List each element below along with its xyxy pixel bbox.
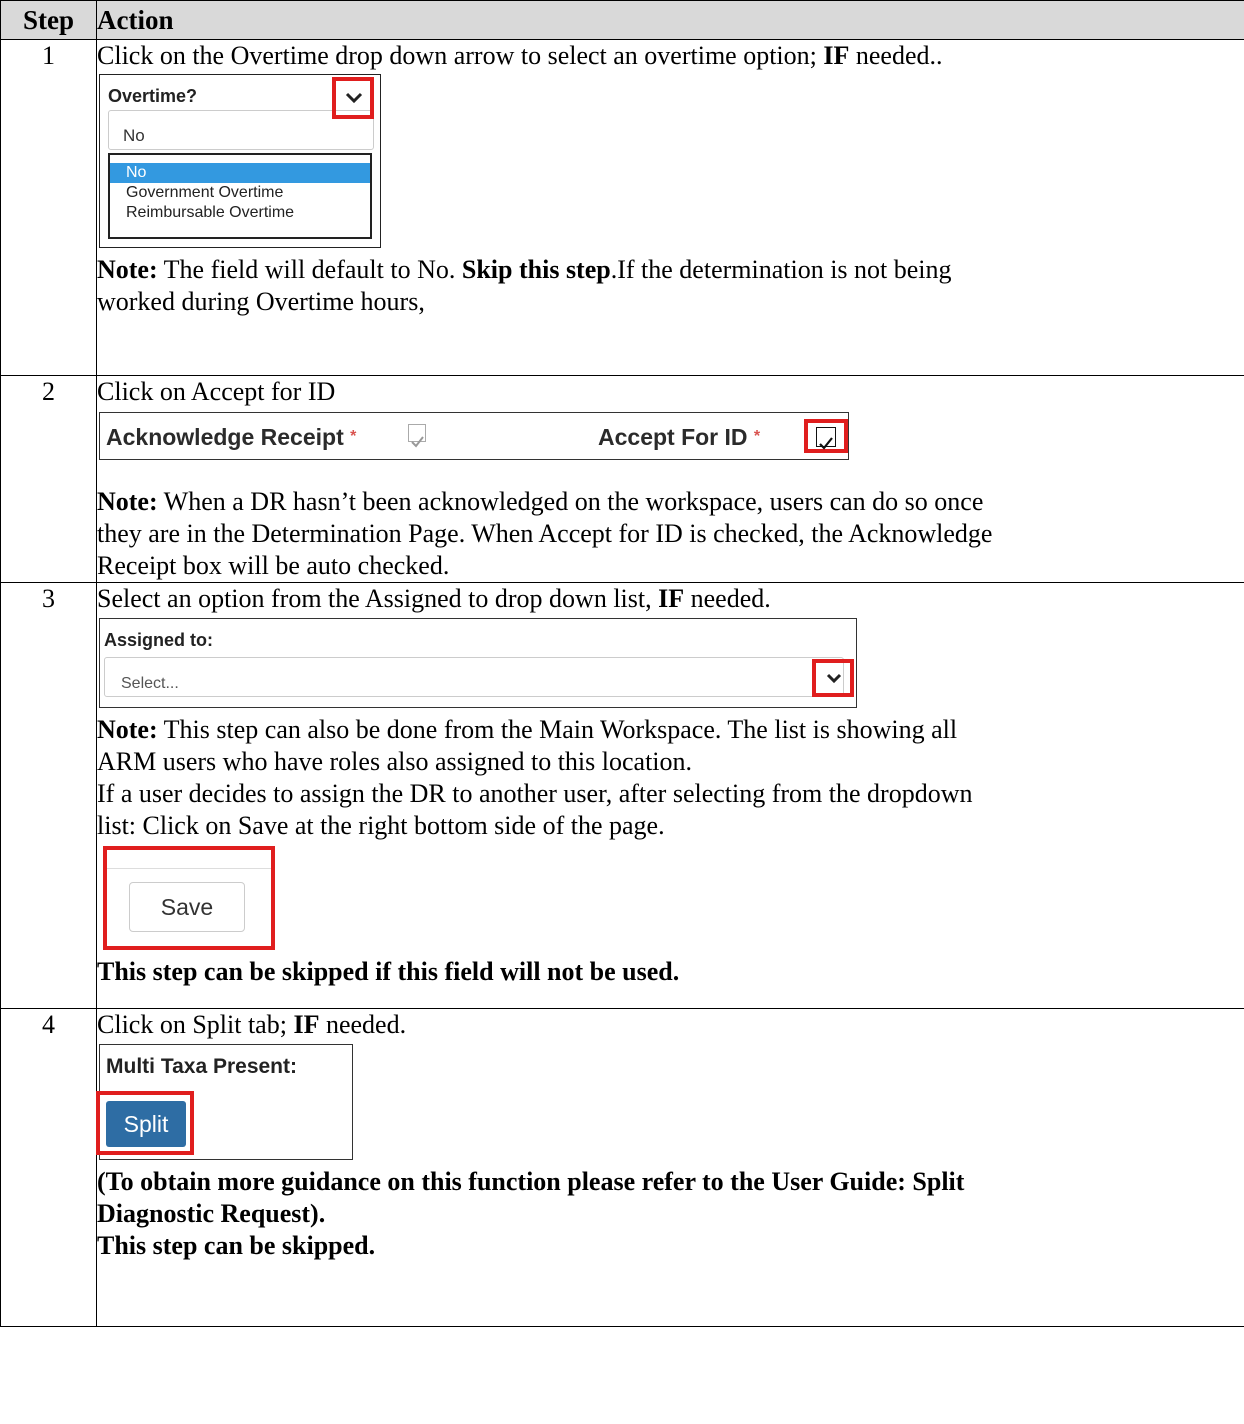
save-widget: Save (97, 846, 277, 950)
step-number: 4 (0, 1008, 97, 1327)
overtime-dropdown-arrow-highlight[interactable] (332, 77, 374, 119)
step-intro: Click on Accept for ID (97, 377, 336, 406)
assigned-to-label: Assigned to: (104, 630, 214, 650)
note-text: This step can also be done from the Main… (157, 715, 958, 744)
checkmark-icon (819, 437, 833, 450)
overtime-value: No (123, 126, 145, 145)
overtime-option[interactable]: No (110, 163, 370, 183)
overtime-label: Overtime? (108, 86, 198, 106)
note-line: ARM users who have roles also assigned t… (97, 747, 693, 776)
required-star: * (753, 428, 761, 445)
bold-text: Diagnostic Request). (97, 1199, 326, 1228)
step-number: 2 (0, 375, 97, 583)
acknowledge-receipt-label: Acknowledge Receipt * (106, 421, 356, 453)
step-number: 1 (0, 39, 97, 376)
step-note: Note: This step can also be done from th… (97, 714, 1244, 746)
assigned-to-select[interactable]: Select... (104, 657, 844, 697)
assigned-to-placeholder: Select... (121, 675, 179, 692)
acknowledge-widget: Acknowledge Receipt * Accept For ID * (99, 412, 849, 460)
step-row-3: 3 Select an option from the Assigned to … (0, 582, 1244, 1009)
accept-for-id-checkbox[interactable] (816, 427, 836, 450)
note-line: If a user decides to assign the DR to an… (97, 779, 973, 808)
ack-text: Acknowledge Receipt (106, 424, 344, 450)
note-line: worked during Overtime hours, (97, 287, 425, 316)
note-line: they are in the Determination Page. When… (97, 519, 993, 548)
bold-text: This step can be skipped. (97, 1231, 376, 1260)
acknowledge-receipt-checkbox[interactable] (408, 424, 426, 448)
checkmark-icon (411, 436, 424, 448)
note-label: Note: (97, 487, 158, 516)
note-line: list: Click on Save at the right bottom … (97, 811, 665, 840)
step-note: Note: The field will default to No. Skip… (97, 254, 1244, 286)
overtime-options-list: No Government Overtime Reimbursable Over… (108, 153, 372, 239)
note-text: .If the determination is not being (610, 255, 952, 284)
bold-line: (To obtain more guidance on this functio… (97, 1166, 1244, 1198)
required-star: * (350, 428, 357, 445)
intro-bold: IF (658, 584, 685, 613)
split-label: Split (123, 1111, 169, 1137)
assigned-to-widget: Assigned to: Select... (99, 618, 857, 708)
note-bold: Skip this step (461, 255, 611, 284)
assigned-to-dropdown-arrow-highlight[interactable] (812, 659, 854, 697)
bold-line: Diagnostic Request). (97, 1198, 1244, 1230)
intro-text: Click on the Overtime drop down arrow to… (97, 41, 824, 70)
chevron-down-icon (826, 673, 842, 684)
accept-text: Accept For ID (598, 424, 748, 450)
accept-for-id-highlight[interactable] (804, 419, 848, 453)
step-action: Click on Split tab; IF needed. Multi Tax… (96, 1008, 1244, 1327)
overtime-option[interactable]: Government Overtime (110, 183, 370, 203)
note-text: The field will default to No. (157, 255, 462, 284)
intro-bold: IF (823, 41, 850, 70)
overtime-widget: Overtime? No No Government Overtime Reim… (99, 74, 381, 248)
chevron-down-icon (345, 92, 363, 104)
note-text: When a DR hasn’t been acknowledged on th… (157, 487, 984, 516)
header-row: Step Action (0, 0, 1244, 40)
intro-text: needed.. (849, 41, 943, 70)
intro-bold: IF (293, 1010, 320, 1039)
footer-bold: This step can be skipped if this field w… (97, 957, 680, 986)
split-button[interactable]: Split (106, 1101, 186, 1147)
step-number: 3 (0, 582, 97, 1009)
intro-text: needed. (319, 1010, 407, 1039)
step-action: Click on Accept for ID Acknowledge Recei… (96, 375, 1244, 583)
header-action: Action (96, 0, 1244, 40)
step-row-4: 4 Click on Split tab; IF needed. Multi T… (0, 1008, 1244, 1327)
step-row-1: 1 Click on the Overtime drop down arrow … (0, 39, 1244, 376)
step-intro: Click on the Overtime drop down arrow to… (97, 40, 1244, 72)
intro-text: Select an option from the Assigned to dr… (97, 584, 659, 613)
note-label: Note: (97, 715, 158, 744)
bold-line: This step can be skipped. (97, 1230, 1244, 1262)
intro-text: Click on Split tab; (97, 1010, 294, 1039)
split-highlight: Split (96, 1091, 194, 1155)
intro-text: needed. (684, 584, 771, 613)
save-highlight (103, 846, 275, 950)
note-label: Note: (97, 255, 158, 284)
split-widget: Multi Taxa Present: Split (96, 1044, 353, 1160)
multi-taxa-label: Multi Taxa Present: (106, 1055, 297, 1078)
steps-table: Step Action 1 Click on the Overtime drop… (0, 0, 1244, 1327)
step-action: Click on the Overtime drop down arrow to… (96, 39, 1244, 376)
bold-text: (To obtain more guidance on this functio… (97, 1167, 965, 1196)
step-row-2: 2 Click on Accept for ID Acknowledge Rec… (0, 375, 1244, 583)
accept-for-id-label: Accept For ID * (598, 421, 760, 453)
header-step: Step (0, 0, 97, 40)
note-line: Receipt box will be auto checked. (97, 551, 450, 580)
step-footer: This step can be skipped if this field w… (97, 956, 1244, 988)
step-action: Select an option from the Assigned to dr… (96, 582, 1244, 1009)
overtime-option[interactable]: Reimbursable Overtime (110, 203, 370, 223)
step-note: Note: When a DR hasn’t been acknowledged… (97, 486, 1244, 518)
step-intro: Select an option from the Assigned to dr… (97, 583, 1244, 615)
step-intro: Click on Split tab; IF needed. (97, 1009, 1244, 1041)
